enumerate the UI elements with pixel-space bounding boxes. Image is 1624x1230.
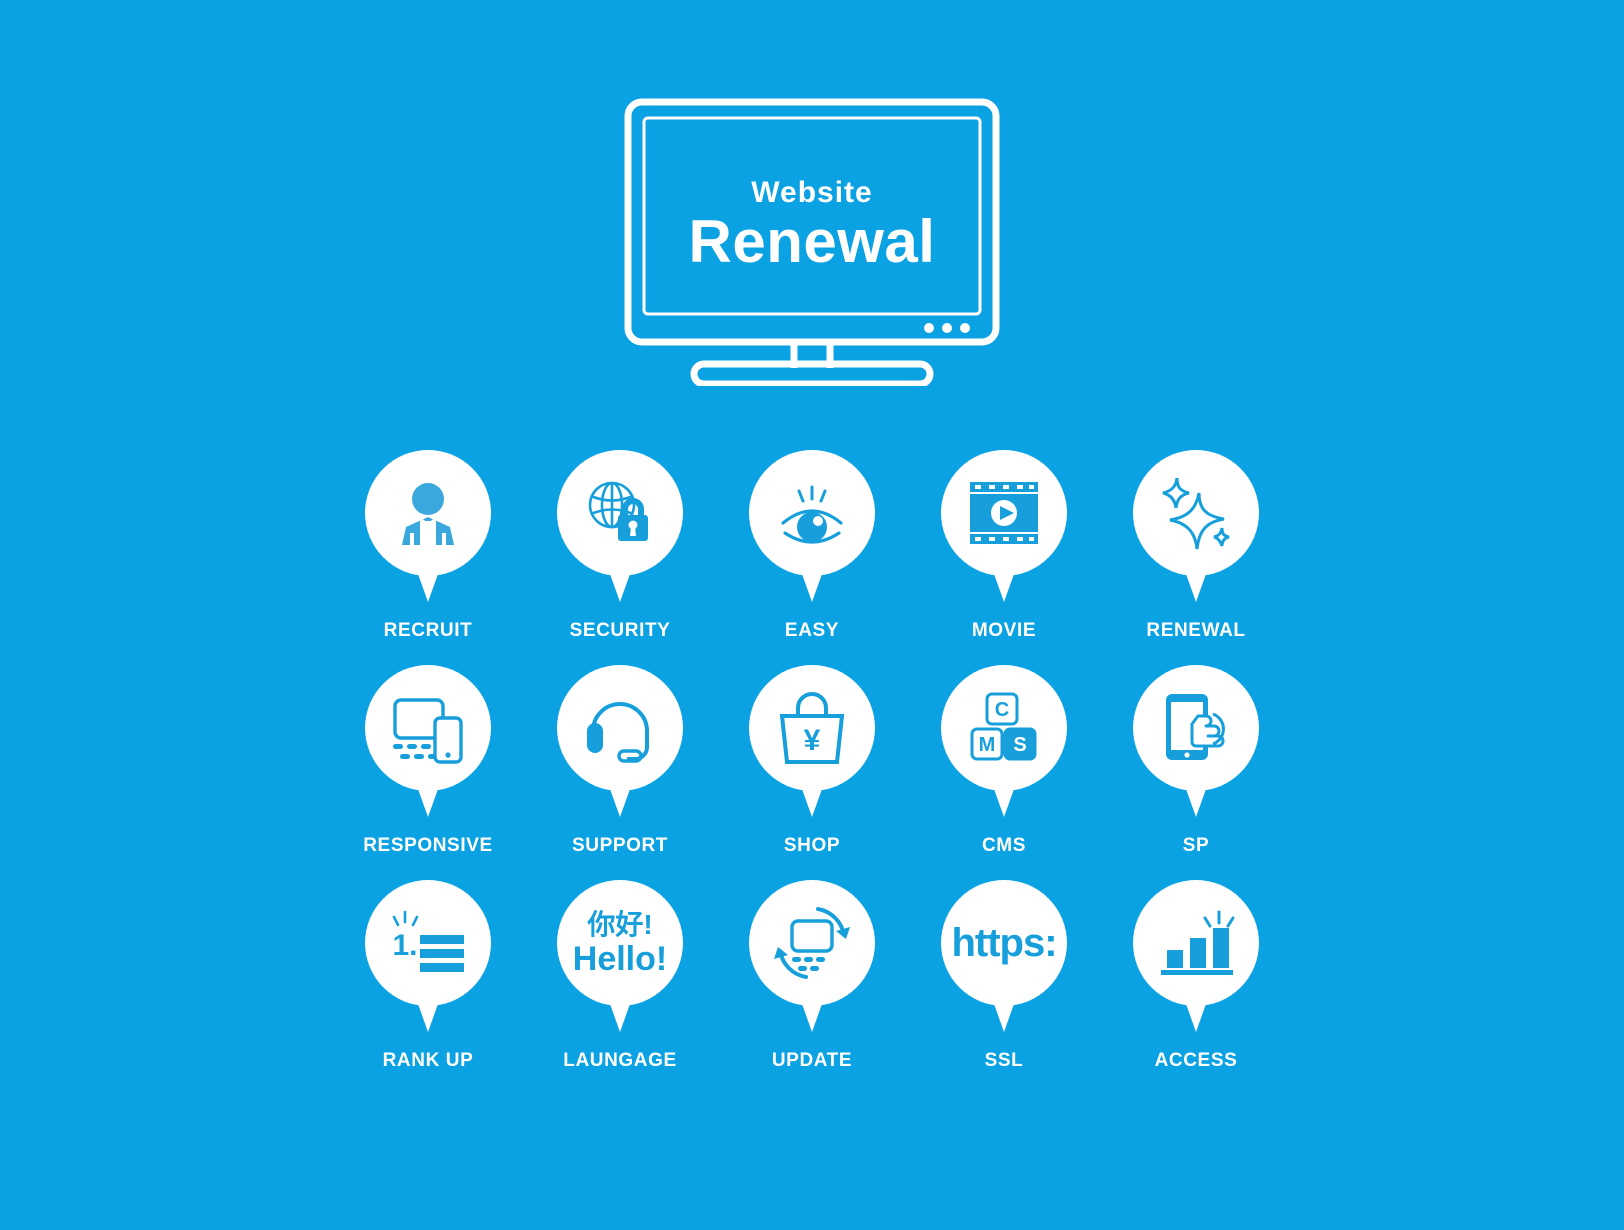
cms-block-m: M bbox=[979, 734, 996, 756]
pin-renewal[interactable] bbox=[1133, 450, 1259, 602]
grid-item-sp[interactable]: SP bbox=[1100, 665, 1292, 857]
grid-item-label: CMS bbox=[981, 835, 1027, 856]
pin-responsive[interactable] bbox=[365, 665, 491, 817]
pin-ssl[interactable]: https: bbox=[941, 880, 1067, 1032]
rank-first-list-icon: 1. bbox=[365, 880, 491, 1006]
grid-item-label: EASY bbox=[784, 620, 840, 641]
multilingual-greeting-icon: 你好! Hello! bbox=[557, 880, 683, 1006]
monitor-icon: Website Renewal bbox=[624, 98, 1000, 386]
grid-item-security[interactable]: SECURITY bbox=[524, 450, 716, 642]
grid-item-label: SECURITY bbox=[569, 620, 671, 641]
grid-item-renewal[interactable]: RENEWAL bbox=[1100, 450, 1292, 642]
grid-item-label: SP bbox=[1182, 835, 1210, 856]
grid-item-rankup[interactable]: 1. RANK UP bbox=[332, 880, 524, 1072]
grid-item-label: SHOP bbox=[783, 835, 841, 856]
grid-item-label: UPDATE bbox=[771, 1050, 853, 1071]
svg-text:¥: ¥ bbox=[804, 724, 821, 757]
pin-security[interactable] bbox=[557, 450, 683, 602]
rank-number: 1. bbox=[392, 929, 417, 962]
shopping-bag-yen-icon: ¥ bbox=[749, 665, 875, 791]
greeting-english: Hello! bbox=[572, 939, 668, 978]
grid-item-label: RESPONSIVE bbox=[363, 835, 493, 856]
grid-item-update[interactable]: UPDATE bbox=[716, 880, 908, 1072]
pin-access[interactable] bbox=[1133, 880, 1259, 1032]
https-label: https: bbox=[951, 921, 1057, 965]
grid-item-access[interactable]: ACCESS bbox=[1100, 880, 1292, 1072]
smartphone-tap-icon bbox=[1133, 665, 1259, 791]
greeting-chinese: 你好! bbox=[587, 908, 653, 940]
https-text-icon: https: bbox=[941, 880, 1067, 1006]
bar-chart-growth-icon bbox=[1133, 880, 1259, 1006]
businessperson-icon bbox=[365, 450, 491, 576]
pin-easy[interactable] bbox=[749, 450, 875, 602]
grid-item-ssl[interactable]: https: SSL bbox=[908, 880, 1100, 1072]
cms-blocks-icon: C M S bbox=[941, 665, 1067, 791]
eye-icon bbox=[749, 450, 875, 576]
grid-item-label: MOVIE bbox=[971, 620, 1037, 641]
laptop-refresh-icon bbox=[749, 880, 875, 1006]
grid-item-shop[interactable]: ¥ SHOP bbox=[716, 665, 908, 857]
grid-item-support[interactable]: SUPPORT bbox=[524, 665, 716, 857]
grid-item-label: SUPPORT bbox=[571, 835, 669, 856]
sparkle-icon bbox=[1133, 450, 1259, 576]
pin-shop[interactable]: ¥ bbox=[749, 665, 875, 817]
pin-recruit[interactable] bbox=[365, 450, 491, 602]
grid-item-responsive[interactable]: RESPONSIVE bbox=[332, 665, 524, 857]
grid-item-easy[interactable]: EASY bbox=[716, 450, 908, 642]
grid-item-cms[interactable]: C M S CMS bbox=[908, 665, 1100, 857]
grid-item-language[interactable]: 你好! Hello! LAUNGAGE bbox=[524, 880, 716, 1072]
grid-item-label: RANK UP bbox=[382, 1050, 474, 1071]
pin-update[interactable] bbox=[749, 880, 875, 1032]
pin-rankup[interactable]: 1. bbox=[365, 880, 491, 1032]
grid-item-label: LAUNGAGE bbox=[563, 1050, 677, 1071]
pin-language[interactable]: 你好! Hello! bbox=[557, 880, 683, 1032]
grid-item-recruit[interactable]: RECRUIT bbox=[332, 450, 524, 642]
hero-section: Website Renewal bbox=[0, 96, 1624, 396]
cms-block-s: S bbox=[1013, 734, 1026, 756]
laptop-phone-icon bbox=[365, 665, 491, 791]
headset-icon bbox=[557, 665, 683, 791]
grid-item-label: ACCESS bbox=[1154, 1050, 1238, 1071]
hero-title: Renewal bbox=[689, 208, 936, 275]
grid-item-label: RECRUIT bbox=[383, 620, 473, 641]
pin-cms[interactable]: C M S bbox=[941, 665, 1067, 817]
pin-support[interactable] bbox=[557, 665, 683, 817]
pin-movie[interactable] bbox=[941, 450, 1067, 602]
grid-item-label: RENEWAL bbox=[1146, 620, 1246, 641]
pin-sp[interactable] bbox=[1133, 665, 1259, 817]
globe-lock-icon bbox=[557, 450, 683, 576]
grid-item-label: SSL bbox=[984, 1050, 1024, 1071]
feature-icon-grid: RECRUIT SECURITY EASY MOVIE RENEWAL RESP… bbox=[332, 450, 1292, 1072]
film-play-icon bbox=[941, 450, 1067, 576]
hero-subtitle: Website bbox=[751, 176, 872, 209]
grid-item-movie[interactable]: MOVIE bbox=[908, 450, 1100, 642]
cms-block-c: C bbox=[995, 699, 1009, 721]
